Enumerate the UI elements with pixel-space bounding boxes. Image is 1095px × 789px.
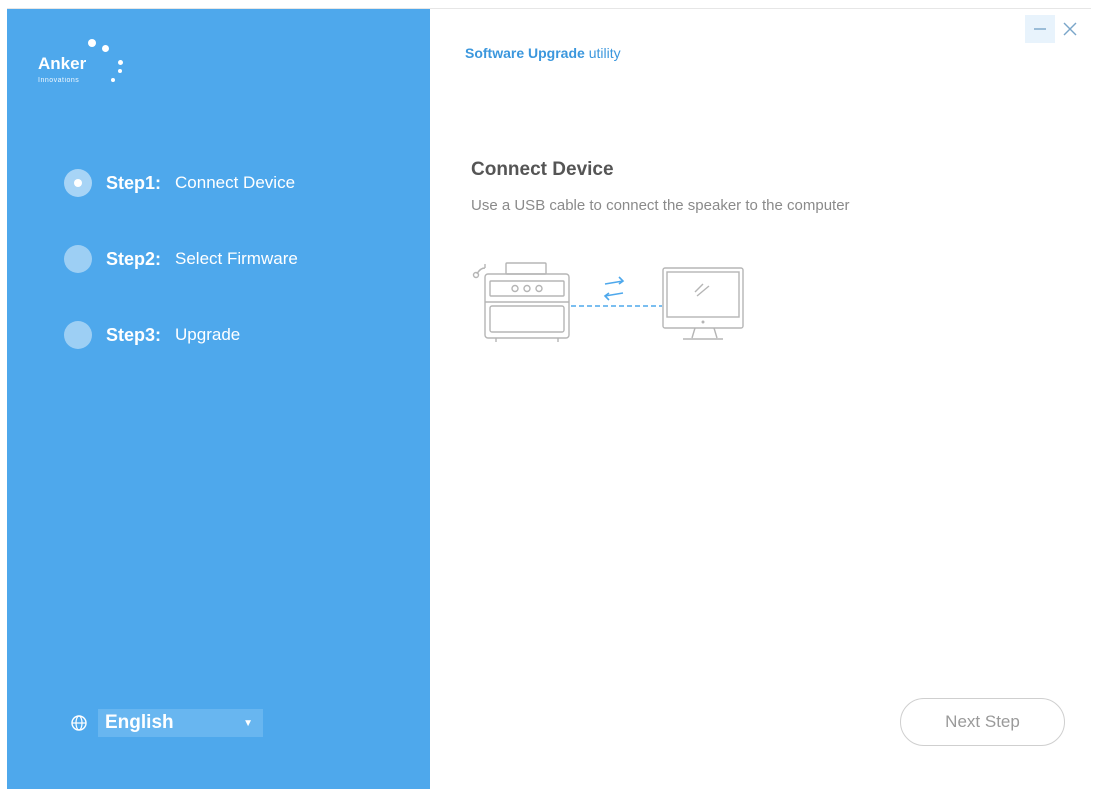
app-title-suffix: utility	[584, 45, 621, 61]
section-title: Connect Device	[471, 159, 614, 180]
language-selector: English ▼	[70, 709, 263, 737]
language-dropdown[interactable]: English ▼	[98, 709, 263, 737]
monitor-icon	[662, 267, 744, 340]
anker-logo: Anker Innovations	[38, 34, 128, 94]
step-indicator-icon	[64, 245, 92, 273]
logo-dot	[118, 69, 122, 73]
step-label: Select Firmware	[175, 249, 298, 268]
app-window: Anker Innovations Step1: Connect Device …	[7, 8, 1091, 789]
step-label: Upgrade	[175, 325, 241, 344]
step-item-select-firmware: Step2: Select Firmware	[64, 245, 298, 321]
next-step-button[interactable]: Next Step	[900, 698, 1065, 746]
connection-illustration	[472, 262, 744, 342]
step-item-connect-device: Step1: Connect Device	[64, 169, 298, 245]
logo-dot	[118, 60, 123, 65]
sidebar: Anker Innovations Step1: Connect Device …	[7, 9, 430, 789]
minimize-button[interactable]	[1025, 15, 1055, 43]
window-controls	[1025, 15, 1085, 43]
section-description: Use a USB cable to connect the speaker t…	[471, 197, 850, 214]
step-number: Step3:	[106, 325, 162, 345]
step-indicator-icon	[64, 321, 92, 349]
close-button[interactable]	[1055, 15, 1085, 43]
step-item-upgrade: Step3: Upgrade	[64, 321, 298, 397]
logo-dot	[102, 45, 109, 52]
logo-dot	[88, 39, 96, 47]
language-value: English	[105, 712, 174, 733]
minimize-icon	[1034, 28, 1046, 30]
logo-wordmark: Anker	[38, 54, 87, 73]
logo-dot	[111, 78, 115, 82]
close-icon	[1063, 22, 1077, 36]
step-label: Connect Device	[175, 173, 296, 192]
step-list: Step1: Connect Device Step2: Select Firm…	[64, 169, 298, 397]
step-number: Step2:	[106, 249, 162, 269]
transfer-arrows-icon	[603, 276, 625, 301]
speaker-icon	[472, 262, 570, 342]
app-title: Software Upgrade utility	[465, 45, 621, 61]
step-indicator-active-icon	[64, 169, 92, 197]
app-title-bold: Software Upgrade	[465, 45, 585, 61]
main-panel: Software Upgrade utility Connect Device …	[430, 9, 1091, 789]
chevron-down-icon: ▼	[243, 717, 253, 729]
step-number: Step1:	[106, 173, 162, 193]
globe-icon	[71, 715, 87, 731]
logo-subtitle: Innovations	[38, 77, 80, 84]
